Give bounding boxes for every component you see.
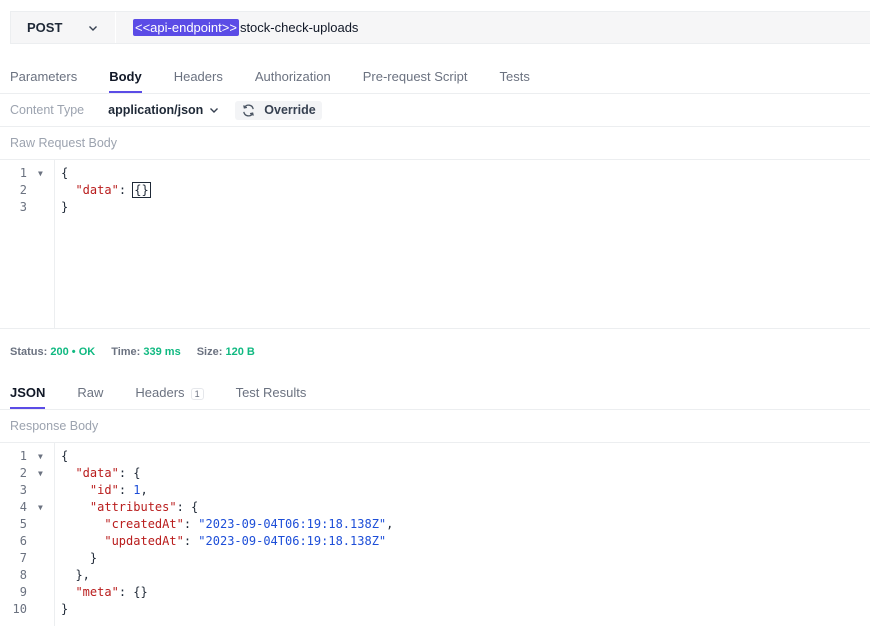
tab-test-results[interactable]: Test Results xyxy=(236,385,307,409)
divider xyxy=(0,409,870,410)
status-code: 200 xyxy=(50,346,69,358)
json-key: "createdAt" xyxy=(104,517,184,531)
tab-raw[interactable]: Raw xyxy=(77,385,103,409)
tab-headers[interactable]: Headers xyxy=(174,69,223,93)
method-label: POST xyxy=(27,20,63,35)
json-key: "data" xyxy=(75,466,119,480)
code-line: "id": 1, xyxy=(89,483,148,497)
line-number: 3 xyxy=(19,200,27,214)
line-number: 4 xyxy=(19,500,27,514)
override-label: Override xyxy=(264,103,316,117)
line-number: 2 xyxy=(19,183,27,197)
response-body-viewer[interactable]: 1 2 3 4 5 6 7 8 9 10 ▼ ▼ ▼ { "data": { "… xyxy=(0,443,870,626)
status-text: OK xyxy=(78,346,96,358)
response-status-bar: Status: 200 • OK Time: 339 ms Size: 120 … xyxy=(10,346,271,358)
tab-tests[interactable]: Tests xyxy=(500,69,530,93)
code-line: "data": {} xyxy=(75,182,151,198)
url-path: stock-check-uploads xyxy=(239,20,359,35)
code-line: "updatedAt": "2023-09-04T06:19:18.138Z" xyxy=(104,534,387,548)
tab-parameters[interactable]: Parameters xyxy=(10,69,77,93)
json-string: "2023-09-04T06:19:18.138Z" xyxy=(198,534,387,548)
line-number: 1 xyxy=(19,449,27,463)
headers-count-badge: 1 xyxy=(190,387,204,400)
size-label: Size: xyxy=(196,346,223,358)
status-dot: • xyxy=(71,346,79,358)
tab-response-headers[interactable]: Headers 1 xyxy=(135,385,204,409)
content-type-select[interactable]: application/json xyxy=(108,103,220,117)
size-group: Size: 120 B xyxy=(197,346,255,358)
refresh-icon xyxy=(243,103,255,117)
tab-json[interactable]: JSON xyxy=(10,385,46,409)
response-tabs: JSON Raw Headers 1 Test Results xyxy=(10,385,338,409)
chevron-down-icon xyxy=(89,25,97,31)
line-number: 10 xyxy=(12,602,27,616)
tab-authorization[interactable]: Authorization xyxy=(255,69,331,93)
raw-request-body-label: Raw Request Body xyxy=(10,136,118,150)
url-bar: POST <<api-endpoint>> stock-check-uploads xyxy=(10,11,870,44)
size-value: 120 B xyxy=(225,346,255,358)
code-line: } xyxy=(61,551,98,565)
fold-arrow-icon[interactable]: ▼ xyxy=(38,169,43,178)
content-type-label: Content Type xyxy=(10,103,85,117)
tab-label: Headers xyxy=(135,385,185,400)
line-number: 3 xyxy=(19,483,27,497)
time-label: Time: xyxy=(111,346,141,358)
json-key: "updatedAt" xyxy=(104,534,184,548)
env-variable-chip[interactable]: <<api-endpoint>> xyxy=(133,19,239,36)
status-label: Status: xyxy=(10,346,48,358)
json-number: 1 xyxy=(133,483,141,497)
tab-pre-request-script[interactable]: Pre-request Script xyxy=(363,69,468,93)
code-line: } xyxy=(61,200,69,214)
divider xyxy=(0,328,870,329)
code-line: "data": { xyxy=(75,466,141,480)
override-button[interactable]: Override xyxy=(235,100,322,120)
cursor: {} xyxy=(132,182,151,198)
divider xyxy=(0,93,870,94)
line-number: 9 xyxy=(19,585,27,599)
method-select[interactable]: POST xyxy=(11,12,115,43)
line-number: 8 xyxy=(19,568,27,582)
code-line: "attributes": { xyxy=(89,500,199,514)
fold-arrow-icon[interactable]: ▼ xyxy=(38,503,43,512)
code-line: "meta": {} xyxy=(75,585,148,599)
content-type-row: Content Type application/json Override xyxy=(10,100,322,120)
fold-arrow-icon[interactable]: ▼ xyxy=(38,469,43,478)
code-line: } xyxy=(61,602,69,616)
chevron-down-icon xyxy=(210,108,219,113)
status-group: Status: 200 • OK xyxy=(10,346,95,358)
line-number: 6 xyxy=(19,534,27,548)
json-key: "meta" xyxy=(75,585,119,599)
line-number: 7 xyxy=(19,551,27,565)
json-key: "attributes" xyxy=(89,500,177,514)
url-input[interactable]: <<api-endpoint>> stock-check-uploads xyxy=(116,19,358,36)
response-body-label: Response Body xyxy=(10,419,99,433)
line-number: 1 xyxy=(19,166,27,180)
code-line: { xyxy=(61,166,69,180)
divider xyxy=(0,126,870,127)
line-number: 5 xyxy=(19,517,27,531)
line-number: 2 xyxy=(19,466,27,480)
request-body-editor[interactable]: 1 ▼ 2 3 { "data": {} } xyxy=(0,160,870,328)
code-line: "createdAt": "2023-09-04T06:19:18.138Z", xyxy=(104,517,394,531)
time-value: 339 ms xyxy=(143,346,181,358)
fold-arrow-icon[interactable]: ▼ xyxy=(38,452,43,461)
code-line: { xyxy=(61,449,69,463)
json-key: "id" xyxy=(89,483,119,497)
time-group: Time: 339 ms xyxy=(111,346,181,358)
request-tabs: Parameters Body Headers Authorization Pr… xyxy=(10,69,562,93)
tab-body[interactable]: Body xyxy=(109,69,142,93)
content-type-value: application/json xyxy=(108,103,204,117)
json-string: "2023-09-04T06:19:18.138Z" xyxy=(198,517,387,531)
json-key: "data" xyxy=(75,183,119,197)
code-line: }, xyxy=(61,568,90,582)
